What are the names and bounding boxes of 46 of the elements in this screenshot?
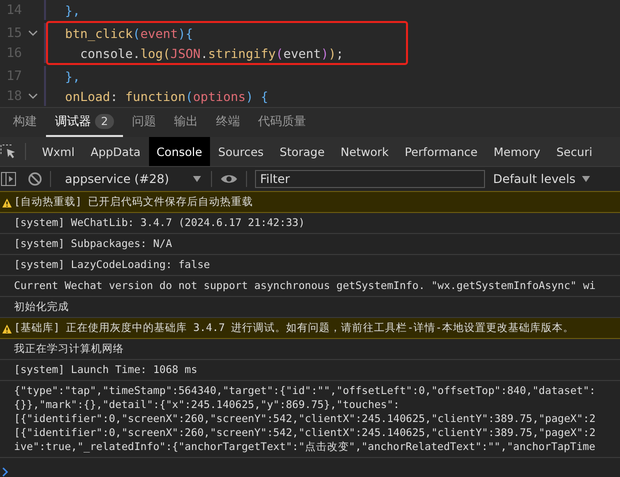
console-text: ive":true,"_relatedInfo":{"anchorTargetText":"点击改变","anchorRelatedText":"","anchorTapTime: [14, 440, 596, 454]
devtools-tab[interactable]: Performance: [396, 137, 486, 166]
console-text: [system] Subpackages: N/A: [14, 237, 172, 251]
console-text: {}},"mark":{},"detail":{"x":245.140625,"y":869.75},"touches":: [14, 398, 401, 412]
caret-icon: [193, 176, 202, 182]
console-text: [system] WeChatLib: 3.4.7 (2024.6.17 21:42:33): [14, 216, 305, 230]
code-line: btn_click(event){: [64, 26, 194, 40]
panel-tab[interactable]: 问题: [123, 108, 165, 137]
count-badge: 2: [95, 114, 114, 129]
log-levels-dropdown[interactable]: Default levels: [485, 172, 598, 186]
filter-field[interactable]: Filter: [255, 170, 486, 188]
caret-icon: [582, 176, 590, 182]
devtools-tab[interactable]: Wxml: [34, 137, 83, 166]
context-dropdown[interactable]: appservice (#28): [59, 172, 204, 186]
code-line: },: [64, 68, 80, 84]
devtools-tab[interactable]: Storage: [272, 137, 333, 166]
chevron-down-icon[interactable]: [28, 92, 38, 100]
element-picker-icon[interactable]: [0, 144, 17, 159]
devtools-tab[interactable]: Sources: [210, 137, 272, 166]
devtools-tab[interactable]: Securi: [548, 137, 600, 166]
devtools-tab[interactable]: AppData: [82, 137, 149, 166]
console-text: Current Wechat version do not support asynchronous getSystemInfo. "wx.getSystemInfoAsync" wi: [14, 279, 596, 293]
code-line: console.log(JSON.stringify(event));: [79, 46, 344, 60]
console-text: {"type":"tap","timeStamp":564340,"target":{"id":"","offsetLeft":0,"offsetTop":840,"dataset":: [14, 384, 596, 398]
devtools-tab[interactable]: Console: [148, 137, 210, 166]
console-text: [system] LazyCodeLoading: false: [14, 258, 210, 272]
devtools-tab[interactable]: Network: [332, 137, 397, 166]
eye-icon[interactable]: [220, 173, 238, 185]
console-text: 初始化完成: [14, 300, 69, 314]
devtools-tab[interactable]: Memory: [486, 137, 548, 166]
panel-tab[interactable]: 输出: [165, 108, 207, 137]
panel-tab[interactable]: 终端: [207, 108, 249, 137]
sidebar-toggle-icon[interactable]: [1, 172, 16, 186]
console-text: [自动热重载] 已开启代码文件保存后自动热重载: [14, 195, 253, 209]
console-text: [基础库] 正在使用灰度中的基础库 3.4.7 进行调试。如有问题，请前往工具栏-详情-本地设置更改基础库版本。: [14, 321, 574, 335]
console-text: [system] Launch Time: 1068 ms: [14, 363, 198, 377]
console-text: [{"identifier":0,"screenX":260,"screenY":542,"clientX":245.140625,"clientY":389.75,"pageX":2: [14, 426, 596, 440]
console-text: 我正在学习计算机网络: [14, 342, 124, 356]
code-line: onLoad: function(options) {: [64, 88, 268, 104]
console-text: [{"identifier":0,"screenX":260,"screenY":542,"clientX":245.140625,"clientY":389.75,"pageX":2: [14, 412, 596, 426]
panel-tab[interactable]: 构建: [4, 108, 46, 137]
prompt-chevron-icon[interactable]: [2, 467, 9, 477]
panel-tab[interactable]: 代码质量: [249, 108, 315, 137]
chevron-down-icon[interactable]: [28, 30, 38, 36]
clear-icon[interactable]: [28, 172, 42, 186]
code-line: },: [64, 2, 80, 18]
